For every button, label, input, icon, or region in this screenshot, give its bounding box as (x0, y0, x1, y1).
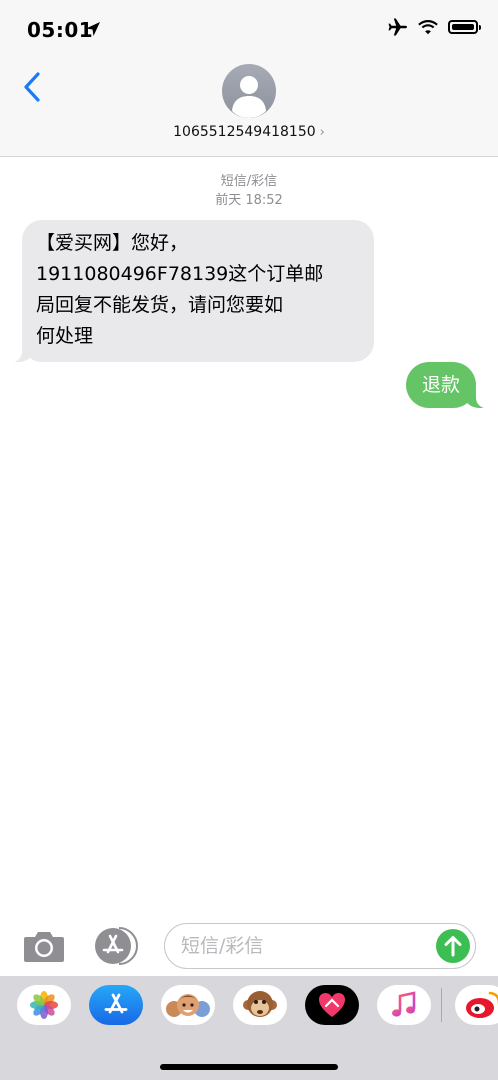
message-line: 【爱买网】您好， (36, 232, 189, 254)
message-line: 局回复不能发货，请问您要如 (36, 294, 284, 316)
outgoing-message-bubble[interactable]: 退款 (405, 362, 497, 408)
app-photos[interactable] (17, 985, 71, 1025)
digital-touch-icon (319, 993, 345, 1017)
drawer-divider (441, 988, 442, 1022)
contact-number: 1065512549418150 (173, 124, 316, 140)
app-store-icon (104, 993, 128, 1014)
wifi-icon (418, 20, 438, 35)
memoji-icon (166, 994, 210, 1017)
status-time: 05:01 (27, 18, 94, 42)
chevron-left-icon[interactable] (18, 70, 48, 104)
animoji-monkey-icon (243, 991, 277, 1017)
home-indicator[interactable] (160, 1064, 338, 1070)
app-drawer (0, 976, 498, 1080)
music-icon (392, 991, 416, 1017)
send-arrow-icon (444, 936, 462, 957)
app-weibo[interactable] (455, 985, 498, 1025)
app-store-icon[interactable] (93, 926, 139, 966)
weibo-icon (466, 991, 498, 1018)
conversation-meta: 短信/彩信 前天 18:52 (0, 172, 498, 210)
location-arrow-icon (86, 22, 100, 36)
outgoing-message-text: 退款 (421, 374, 460, 396)
battery-icon (448, 20, 481, 34)
app-music[interactable] (377, 985, 431, 1025)
service-label: 短信/彩信 (220, 174, 278, 189)
conversation-header: 1065512549418150 › (0, 60, 498, 157)
message-input[interactable]: 短信/彩信 (164, 923, 476, 969)
photos-icon (30, 991, 58, 1019)
chevron-right-icon: › (319, 125, 325, 140)
message-timestamp: 前天 18:52 (215, 193, 283, 208)
message-line: 何处理 (36, 325, 94, 347)
message-input-placeholder: 短信/彩信 (181, 935, 264, 957)
app-app-store[interactable] (89, 985, 143, 1025)
status-bar: 05:01 (0, 0, 498, 60)
message-line: 1911080496F78139这个订单邮 (36, 263, 324, 285)
app-animoji[interactable] (233, 985, 287, 1025)
app-digital-touch[interactable] (305, 985, 359, 1025)
contact-avatar[interactable] (222, 64, 276, 118)
incoming-message-bubble[interactable]: 【爱买网】您好， 1911080496F78139这个订单邮 局回复不能发货，请… (2, 220, 374, 362)
send-button[interactable] (436, 929, 470, 963)
status-icons (388, 18, 481, 36)
camera-icon[interactable] (22, 928, 66, 964)
incoming-message-text: 【爱买网】您好， 1911080496F78139这个订单邮 局回复不能发货，请… (36, 228, 360, 352)
app-memoji[interactable] (161, 985, 215, 1025)
contact-name-button[interactable]: 1065512549418150 › (0, 124, 498, 140)
person-silhouette-icon (232, 76, 266, 118)
airplane-icon (388, 18, 407, 36)
